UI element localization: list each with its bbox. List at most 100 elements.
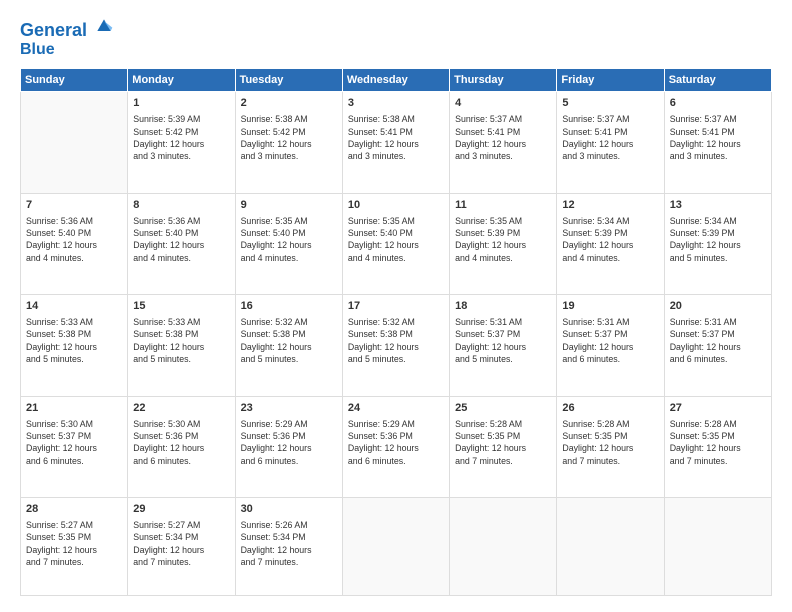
day-info: Sunrise: 5:27 AM Sunset: 5:35 PM Dayligh…	[26, 519, 122, 568]
day-number: 7	[26, 198, 122, 213]
calendar-header-sunday: Sunday	[21, 69, 128, 92]
day-info: Sunrise: 5:36 AM Sunset: 5:40 PM Dayligh…	[26, 215, 122, 264]
day-info: Sunrise: 5:29 AM Sunset: 5:36 PM Dayligh…	[348, 418, 444, 467]
day-number: 19	[562, 299, 658, 314]
calendar-cell: 2 Sunrise: 5:38 AM Sunset: 5:42 PM Daylig…	[235, 92, 342, 193]
calendar-cell: 14 Sunrise: 5:33 AM Sunset: 5:38 PM Dayli…	[21, 295, 128, 396]
calendar-cell: 9 Sunrise: 5:35 AM Sunset: 5:40 PM Daylig…	[235, 193, 342, 294]
day-number: 4	[455, 96, 551, 111]
day-info: Sunrise: 5:37 AM Sunset: 5:41 PM Dayligh…	[562, 113, 658, 162]
calendar-cell: 27 Sunrise: 5:28 AM Sunset: 5:35 PM Dayli…	[664, 396, 771, 497]
calendar-cell: 19 Sunrise: 5:31 AM Sunset: 5:37 PM Dayli…	[557, 295, 664, 396]
calendar-table: SundayMondayTuesdayWednesdayThursdayFrid…	[20, 68, 772, 596]
day-number: 27	[670, 401, 766, 416]
day-number: 21	[26, 401, 122, 416]
page: General Blue SundayMondayTuesdayWednesda…	[0, 0, 792, 612]
day-number: 10	[348, 198, 444, 213]
calendar-header-wednesday: Wednesday	[342, 69, 449, 92]
day-info: Sunrise: 5:37 AM Sunset: 5:41 PM Dayligh…	[455, 113, 551, 162]
calendar-cell: 15 Sunrise: 5:33 AM Sunset: 5:38 PM Dayli…	[128, 295, 235, 396]
calendar-cell	[21, 92, 128, 193]
logo: General Blue	[20, 16, 114, 58]
calendar-cell	[450, 498, 557, 596]
calendar-cell	[557, 498, 664, 596]
day-info: Sunrise: 5:29 AM Sunset: 5:36 PM Dayligh…	[241, 418, 337, 467]
day-number: 14	[26, 299, 122, 314]
calendar-cell: 18Sunrise: 5:31 AM Sunset: 5:37 PM Dayli…	[450, 295, 557, 396]
logo-icon	[94, 16, 114, 36]
day-number: 13	[670, 198, 766, 213]
day-info: Sunrise: 5:28 AM Sunset: 5:35 PM Dayligh…	[670, 418, 766, 467]
day-info: Sunrise: 5:37 AM Sunset: 5:41 PM Dayligh…	[670, 113, 766, 162]
calendar-cell: 11 Sunrise: 5:35 AM Sunset: 5:39 PM Dayli…	[450, 193, 557, 294]
day-number: 25	[455, 401, 551, 416]
calendar-header-tuesday: Tuesday	[235, 69, 342, 92]
day-info: Sunrise: 5:28 AM Sunset: 5:35 PM Dayligh…	[455, 418, 551, 467]
day-number: 5	[562, 96, 658, 111]
logo-text: General	[20, 16, 114, 41]
calendar-header-saturday: Saturday	[664, 69, 771, 92]
day-info: Sunrise: 5:38 AM Sunset: 5:41 PM Dayligh…	[348, 113, 444, 162]
day-info: Sunrise: 5:31 AM Sunset: 5:37 PM Dayligh…	[562, 316, 658, 365]
day-info: Sunrise: 5:34 AM Sunset: 5:39 PM Dayligh…	[562, 215, 658, 264]
day-number: 24	[348, 401, 444, 416]
day-number: 28	[26, 502, 122, 517]
calendar-cell: 16 Sunrise: 5:32 AM Sunset: 5:38 PM Dayli…	[235, 295, 342, 396]
day-number: 3	[348, 96, 444, 111]
calendar-cell: 26 Sunrise: 5:28 AM Sunset: 5:35 PM Dayli…	[557, 396, 664, 497]
day-number: 2	[241, 96, 337, 111]
day-info: Sunrise: 5:33 AM Sunset: 5:38 PM Dayligh…	[133, 316, 229, 365]
calendar-cell: 29Sunrise: 5:27 AM Sunset: 5:34 PM Dayli…	[128, 498, 235, 596]
calendar-cell: 13 Sunrise: 5:34 AM Sunset: 5:39 PM Dayli…	[664, 193, 771, 294]
day-number: 11	[455, 198, 551, 213]
day-number: 23	[241, 401, 337, 416]
calendar-cell: 4 Sunrise: 5:37 AM Sunset: 5:41 PM Daylig…	[450, 92, 557, 193]
calendar-header-friday: Friday	[557, 69, 664, 92]
calendar-cell: 22 Sunrise: 5:30 AM Sunset: 5:36 PM Dayli…	[128, 396, 235, 497]
calendar-header-monday: Monday	[128, 69, 235, 92]
day-number: 9	[241, 198, 337, 213]
logo-general: General	[20, 20, 87, 40]
day-info: Sunrise: 5:33 AM Sunset: 5:38 PM Dayligh…	[26, 316, 122, 365]
day-info: Sunrise: 5:38 AM Sunset: 5:42 PM Dayligh…	[241, 113, 337, 162]
day-number: 6	[670, 96, 766, 111]
calendar-cell: 7 Sunrise: 5:36 AM Sunset: 5:40 PM Daylig…	[21, 193, 128, 294]
week-row-4: 21 Sunrise: 5:30 AM Sunset: 5:37 PM Dayli…	[21, 396, 772, 497]
day-info: Sunrise: 5:35 AM Sunset: 5:39 PM Dayligh…	[455, 215, 551, 264]
day-number: 17	[348, 299, 444, 314]
day-info: Sunrise: 5:28 AM Sunset: 5:35 PM Dayligh…	[562, 418, 658, 467]
day-info: Sunrise: 5:30 AM Sunset: 5:37 PM Dayligh…	[26, 418, 122, 467]
calendar-cell: 3 Sunrise: 5:38 AM Sunset: 5:41 PM Daylig…	[342, 92, 449, 193]
calendar-cell	[664, 498, 771, 596]
week-row-2: 7 Sunrise: 5:36 AM Sunset: 5:40 PM Daylig…	[21, 193, 772, 294]
day-number: 8	[133, 198, 229, 213]
week-row-1: 1 Sunrise: 5:39 AM Sunset: 5:42 PM Daylig…	[21, 92, 772, 193]
day-info: Sunrise: 5:35 AM Sunset: 5:40 PM Dayligh…	[241, 215, 337, 264]
logo-blue: Blue	[20, 41, 114, 59]
day-info: Sunrise: 5:39 AM Sunset: 5:42 PM Dayligh…	[133, 113, 229, 162]
day-info: Sunrise: 5:26 AM Sunset: 5:34 PM Dayligh…	[241, 519, 337, 568]
day-info: Sunrise: 5:32 AM Sunset: 5:38 PM Dayligh…	[241, 316, 337, 365]
calendar-cell: 20Sunrise: 5:31 AM Sunset: 5:37 PM Dayli…	[664, 295, 771, 396]
calendar-cell: 17Sunrise: 5:32 AM Sunset: 5:38 PM Dayli…	[342, 295, 449, 396]
week-row-3: 14 Sunrise: 5:33 AM Sunset: 5:38 PM Dayli…	[21, 295, 772, 396]
day-number: 1	[133, 96, 229, 111]
day-info: Sunrise: 5:30 AM Sunset: 5:36 PM Dayligh…	[133, 418, 229, 467]
day-info: Sunrise: 5:31 AM Sunset: 5:37 PM Dayligh…	[670, 316, 766, 365]
day-number: 12	[562, 198, 658, 213]
calendar-cell: 24 Sunrise: 5:29 AM Sunset: 5:36 PM Dayli…	[342, 396, 449, 497]
calendar-cell: 5 Sunrise: 5:37 AM Sunset: 5:41 PM Daylig…	[557, 92, 664, 193]
day-number: 26	[562, 401, 658, 416]
day-number: 22	[133, 401, 229, 416]
calendar-cell: 6 Sunrise: 5:37 AM Sunset: 5:41 PM Daylig…	[664, 92, 771, 193]
calendar-cell: 23 Sunrise: 5:29 AM Sunset: 5:36 PM Dayli…	[235, 396, 342, 497]
day-info: Sunrise: 5:36 AM Sunset: 5:40 PM Dayligh…	[133, 215, 229, 264]
day-info: Sunrise: 5:34 AM Sunset: 5:39 PM Dayligh…	[670, 215, 766, 264]
calendar-cell: 10Sunrise: 5:35 AM Sunset: 5:40 PM Dayli…	[342, 193, 449, 294]
header: General Blue	[20, 16, 772, 58]
calendar-header-row: SundayMondayTuesdayWednesdayThursdayFrid…	[21, 69, 772, 92]
day-number: 16	[241, 299, 337, 314]
calendar-cell: 25 Sunrise: 5:28 AM Sunset: 5:35 PM Dayli…	[450, 396, 557, 497]
calendar-cell: 8 Sunrise: 5:36 AM Sunset: 5:40 PM Daylig…	[128, 193, 235, 294]
day-number: 15	[133, 299, 229, 314]
